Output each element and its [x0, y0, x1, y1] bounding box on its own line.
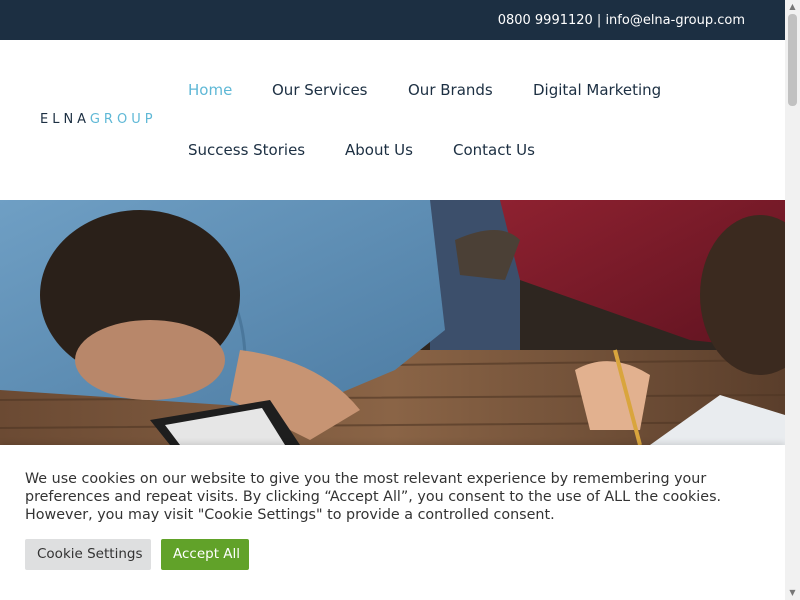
hero-image — [0, 200, 785, 445]
nav-home[interactable]: Home — [188, 81, 232, 99]
cookie-message: We use cookies on our website to give yo… — [25, 471, 722, 523]
cookie-settings-button[interactable]: Cookie Settings — [25, 539, 151, 570]
main-nav: Home Our Services Our Brands Digital Mar… — [188, 40, 748, 200]
cookie-consent-banner: We use cookies on our website to give yo… — [0, 445, 785, 600]
nav-contact-us[interactable]: Contact Us — [453, 141, 535, 159]
nav-about-us[interactable]: About Us — [345, 141, 413, 159]
arrow-up-icon[interactable]: ▲ — [785, 0, 800, 14]
hero-photo — [0, 200, 785, 445]
site-header: ELNAGROUP Home Our Services Our Brands D… — [0, 40, 785, 200]
contact-info[interactable]: 0800 9991120 | info@elna-group.com — [498, 13, 745, 28]
logo-part-1: ELNA — [40, 112, 90, 127]
top-contact-bar: 0800 9991120 | info@elna-group.com — [0, 0, 785, 40]
logo-part-2: GROUP — [89, 112, 157, 127]
scrollbar-thumb[interactable] — [788, 14, 797, 106]
nav-digital-marketing[interactable]: Digital Marketing — [533, 81, 661, 99]
nav-our-brands[interactable]: Our Brands — [408, 81, 493, 99]
accept-all-button[interactable]: Accept All — [161, 539, 249, 570]
site-logo[interactable]: ELNAGROUP — [40, 112, 157, 127]
arrow-down-icon[interactable]: ▼ — [785, 586, 800, 600]
page-scrollbar[interactable]: ▲ ▼ — [785, 0, 800, 600]
nav-our-services[interactable]: Our Services — [272, 81, 368, 99]
nav-success-stories[interactable]: Success Stories — [188, 141, 305, 159]
